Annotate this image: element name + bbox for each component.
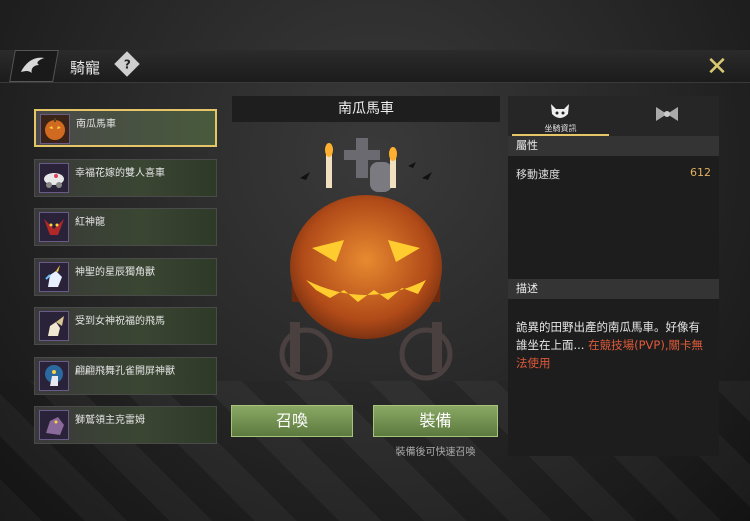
mount-name: 紅神龍: [75, 217, 105, 228]
mount-name: 受到女神祝福的飛馬: [75, 316, 165, 327]
description-header: 描述: [508, 279, 719, 299]
summon-button[interactable]: 召喚: [231, 405, 353, 437]
bow-icon: [656, 107, 678, 121]
mount-list-item[interactable]: 受到女神祝福的飛馬: [34, 307, 217, 345]
attributes-header: 屬性: [508, 136, 719, 156]
dragon-logo-icon: [9, 50, 59, 82]
info-tabs: 坐騎資訊: [508, 96, 719, 136]
mount-list-item[interactable]: 神聖的星辰獨角獸: [34, 258, 217, 296]
mount-list: 南瓜馬車 幸福花嫁的雙人喜車 紅神龍 神聖的星辰獨角獸 受到女神祝福的飛馬 翩翩…: [30, 96, 222, 456]
page-title: 騎寵: [70, 59, 101, 77]
pumpkin-icon: [40, 114, 70, 144]
mount-name: 翩翩飛舞孔雀開屏神獸: [75, 366, 175, 377]
wedding-cart-icon: [39, 163, 69, 193]
stat-row: 移動速度 612: [516, 166, 711, 182]
tab-costume[interactable]: [614, 96, 719, 136]
top-bar: [0, 50, 750, 83]
preview-mount-name: 南瓜馬車: [232, 96, 500, 122]
griffin-icon: [39, 410, 69, 440]
mount-preview[interactable]: [232, 122, 500, 402]
description-text: 詭異的田野出產的南瓜馬車。好像有誰坐在上面... 在競技場(PVP),關卡無法使…: [516, 318, 711, 372]
mount-name: 南瓜馬車: [76, 119, 116, 130]
pumpkin-carriage-image: [279, 138, 453, 381]
mount-list-item[interactable]: 南瓜馬車: [34, 109, 217, 147]
mount-name: 幸福花嫁的雙人喜車: [75, 168, 165, 179]
mount-list-item[interactable]: 幸福花嫁的雙人喜車: [34, 159, 217, 197]
tab-label: 坐騎資訊: [544, 124, 577, 133]
help-icon: ?: [123, 57, 131, 71]
stat-label: 移動速度: [516, 168, 560, 181]
mount-list-item[interactable]: 獅鷲領主克雷姆: [34, 406, 217, 444]
mount-name: 獅鷲領主克雷姆: [75, 415, 145, 426]
tab-mount-info[interactable]: 坐騎資訊: [508, 96, 613, 136]
cat-face-icon: [551, 104, 569, 118]
mount-list-item[interactable]: 翩翩飛舞孔雀開屏神獸: [34, 357, 217, 395]
mount-name: 神聖的星辰獨角獸: [75, 267, 155, 278]
stat-value: 612: [690, 166, 711, 179]
info-panel: 坐騎資訊 屬性 移動速度 612 描述 詭異的田野出產的南瓜馬車。好像有誰坐在上…: [508, 96, 719, 456]
red-dragon-icon: [39, 212, 69, 242]
equip-button[interactable]: 裝備: [373, 405, 498, 437]
unicorn-icon: [39, 262, 69, 292]
close-button[interactable]: ✕: [704, 54, 730, 80]
pegasus-icon: [39, 311, 69, 341]
mount-list-item[interactable]: 紅神龍: [34, 208, 217, 246]
peacock-beast-icon: [39, 361, 69, 391]
equip-hint: 裝備後可快速召喚: [395, 447, 476, 458]
